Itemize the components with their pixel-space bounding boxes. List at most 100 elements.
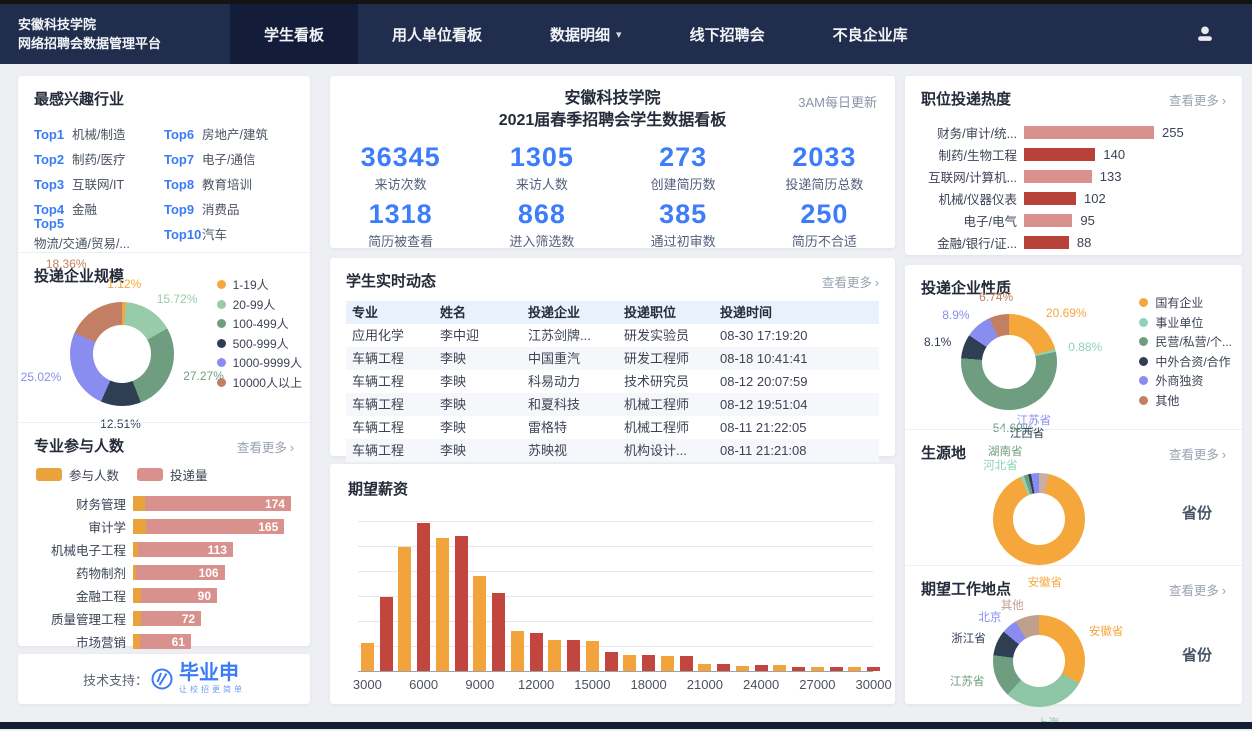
table-cell: 机构设计... (624, 439, 720, 462)
table-cell: 车辆工程 (352, 439, 440, 462)
legend-item[interactable]: 事业单位 (1139, 313, 1232, 333)
overview-card: 安徽科技学院 2021届春季招聘会学生数据看板 3AM每日更新 36345来访次… (330, 76, 895, 248)
salary-bar (698, 664, 711, 671)
legend-dot-icon (217, 300, 226, 309)
view-more-link[interactable]: 查看更多› (1169, 444, 1226, 463)
stat-item: 868进入筛选数 (471, 199, 612, 250)
legend-item[interactable]: 500-999人 (217, 334, 302, 354)
view-more-link[interactable]: 查看更多› (822, 272, 879, 291)
legend-item[interactable]: 民营/私营/个... (1139, 332, 1232, 352)
legend-item[interactable]: 中外合资/合作 (1139, 352, 1232, 372)
industry-rank: Top5 (34, 216, 72, 231)
salary-bar (848, 667, 861, 671)
legend-dot-icon (1139, 298, 1148, 307)
user-icon[interactable] (1194, 4, 1252, 64)
legend-label: 1-19人 (233, 276, 269, 293)
table-cell: 机械工程师 (624, 393, 720, 416)
donut-slice-label: 18.36% (46, 257, 87, 271)
table-row[interactable]: 车辆工程李映科易动力技术研究员08-12 20:07:59 (346, 370, 879, 393)
origin-donut-chart: 安徽省河北省湖南省江西省江苏省 (921, 463, 1226, 567)
salary-bar (511, 631, 524, 671)
table-header-cell: 投递企业 (528, 301, 624, 324)
salary-bar (530, 633, 543, 671)
left-panel: 最感兴趣行业 Top1机械/制造Top2制药/医疗Top3互联网/ITTop4金… (18, 76, 310, 646)
table-cell: 和夏科技 (528, 393, 624, 416)
legend-item[interactable]: 1-19人 (217, 275, 302, 295)
section-title: 期望薪资 (348, 478, 877, 499)
donut-slice-label: 浙江省 (951, 630, 986, 646)
view-more-link[interactable]: 查看更多› (237, 437, 294, 456)
salary-bar (436, 538, 449, 671)
table-cell: 08-11 21:21:08 (720, 439, 873, 462)
stat-label: 投递简历总数 (754, 174, 895, 193)
donut-slice-label: 湖南省 (988, 443, 1023, 459)
majors-bar-row: 机械电子工程113 (34, 538, 294, 561)
table-cell: 车辆工程 (352, 370, 440, 393)
table-cell: 08-18 10:41:41 (720, 347, 873, 370)
table-row[interactable]: 车辆工程李映苏映视机构设计...08-11 21:21:08 (346, 439, 879, 462)
x-axis-tick-label: 3000 (353, 677, 382, 692)
stat-item: 273创建简历数 (613, 142, 754, 193)
majors-bar-label: 审计学 (34, 517, 133, 536)
salary-bar (380, 597, 393, 671)
legend-item[interactable]: 20-99人 (217, 295, 302, 315)
tab-student-board[interactable]: 学生看板 (230, 4, 358, 64)
chevron-right-icon: › (290, 441, 294, 455)
stat-label: 进入筛选数 (471, 231, 612, 250)
legend-dot-icon (1139, 376, 1148, 385)
stat-value: 868 (471, 199, 612, 230)
legend-dot-icon (217, 339, 226, 348)
participants-segment (133, 611, 141, 626)
section-major-participation: 专业参与人数 查看更多› 参与人数投递量 财务管理174审计学165机械电子工程… (18, 422, 310, 646)
legend-label: 其他 (1155, 392, 1179, 409)
legend-dot-icon (217, 378, 226, 387)
donut-hole (1013, 493, 1065, 545)
table-header-cell: 专业 (352, 301, 440, 324)
table-cell: 苏映视 (528, 439, 624, 462)
heat-bar (1024, 236, 1069, 249)
donut-slice-label: 其他 (1001, 597, 1024, 613)
stat-value: 2033 (754, 142, 895, 173)
legend-dot-icon (217, 358, 226, 367)
tab-offline-fair[interactable]: 线下招聘会 (656, 4, 799, 64)
tab-employer-board[interactable]: 用人单位看板 (358, 4, 516, 64)
work-location-donut-chart: 安徽省上海江苏省浙江省北京其他 (921, 599, 1226, 706)
view-more-link[interactable]: 查看更多› (1169, 90, 1226, 109)
stat-value: 250 (754, 199, 895, 230)
top-nav: 安徽科技学院 网络招聘会数据管理平台 学生看板用人单位看板数据明细▾线下招聘会不… (0, 4, 1252, 64)
legend-label: 1000-9999人 (233, 354, 302, 371)
table-cell: 李映 (440, 347, 528, 370)
legend-dot-icon (217, 319, 226, 328)
legend-item[interactable]: 国有企业 (1139, 293, 1232, 313)
table-row[interactable]: 车辆工程李映雷格特机械工程师08-11 21:22:05 (346, 416, 879, 439)
table-cell: 机械工程师 (624, 416, 720, 439)
table-cell: 李中迎 (440, 324, 528, 347)
tab-data-detail[interactable]: 数据明细▾ (516, 4, 656, 64)
x-axis-tick-label: 9000 (465, 677, 494, 692)
legend-item[interactable]: 100-499人 (217, 314, 302, 334)
legend-item[interactable]: 1000-9999人 (217, 353, 302, 373)
heat-bar-row: 制药/生物工程140 (921, 143, 1226, 165)
legend-item[interactable]: 其他 (1139, 391, 1232, 411)
tab-bad-company-lib[interactable]: 不良企业库 (799, 4, 942, 64)
table-row[interactable]: 车辆工程李映和夏科技机械工程师08-12 19:51:04 (346, 393, 879, 416)
majors-bar: 90 (133, 588, 217, 603)
bottom-strip (0, 722, 1252, 729)
stat-label: 简历不合适 (754, 231, 895, 250)
table-row[interactable]: 车辆工程李映中国重汽研发工程师08-18 10:41:41 (346, 347, 879, 370)
majors-bar: 72 (133, 611, 201, 626)
legend-item[interactable]: 10000人以上 (217, 373, 302, 393)
x-axis-tick-label: 21000 (687, 677, 723, 692)
table-cell: 08-30 17:19:20 (720, 324, 873, 347)
legend-item[interactable]: 外商独资 (1139, 371, 1232, 391)
view-more-link[interactable]: 查看更多› (1169, 580, 1226, 599)
donut-slice-label: 20.69% (1046, 306, 1087, 320)
legend-swatch[interactable] (36, 468, 62, 481)
donut-slice-label: 1.12% (107, 277, 141, 291)
majors-bar: 113 (133, 542, 233, 557)
chevron-right-icon: › (1222, 94, 1226, 108)
table-row[interactable]: 应用化学李中迎江苏剑牌...研发实验员08-30 17:19:20 (346, 324, 879, 347)
section-salary: 期望薪资 30006000900012000150001800021000240… (330, 464, 895, 686)
table-cell: 车辆工程 (352, 416, 440, 439)
legend-swatch[interactable] (137, 468, 163, 481)
